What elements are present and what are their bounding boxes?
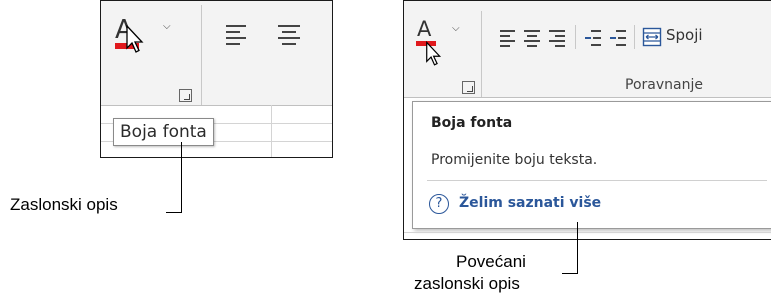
supertip-description: Promijenite boju teksta. — [431, 152, 598, 168]
tooltip: Boja fonta — [113, 118, 214, 146]
enhanced-tooltip: Boja fonta Promijenite boju teksta. ? Že… — [412, 101, 771, 229]
dialog-launcher-icon[interactable] — [179, 89, 192, 102]
align-center-icon[interactable] — [278, 25, 300, 45]
tooltip-text: Boja fonta — [120, 122, 207, 142]
dialog-launcher-icon[interactable] — [462, 81, 475, 94]
merge-label: Spoji — [666, 26, 703, 44]
merge-center-icon — [642, 27, 662, 47]
align-center-icon[interactable] — [524, 30, 540, 47]
grid-line — [404, 97, 771, 98]
align-left-icon[interactable] — [500, 30, 516, 47]
increase-indent-icon[interactable] — [610, 30, 626, 46]
caption-screen-tip: Zaslonski opis — [10, 195, 118, 214]
group-label: Poravnanje — [625, 77, 703, 93]
grid-line — [101, 105, 332, 106]
align-right-icon[interactable] — [549, 30, 565, 47]
right-ribbon-screenshot: A ⌵ Spoji Poravnanje Boja fonta Promijen… — [403, 0, 771, 240]
left-ribbon-screenshot: A ⌵ Boja fonta — [100, 0, 333, 158]
mouse-pointer-icon — [126, 25, 144, 53]
grid-line — [404, 232, 771, 233]
help-circle-icon: ? — [429, 194, 449, 214]
caption-enhanced-screen-tip-line2: zaslonski opis — [414, 274, 520, 293]
chevron-down-icon[interactable]: ⌵ — [163, 21, 171, 32]
caption-enhanced-screen-tip-line1: Povećani — [456, 252, 526, 271]
grid-line — [271, 105, 272, 157]
align-left-icon[interactable] — [226, 25, 248, 45]
supertip-title: Boja fonta — [431, 115, 513, 131]
callout-line — [562, 273, 578, 274]
ribbon-separator — [575, 25, 576, 49]
help-link[interactable]: ? Želim saznati više — [429, 194, 629, 216]
callout-line — [181, 142, 182, 212]
supertip-divider — [427, 180, 767, 181]
font-color-icon: A — [417, 17, 432, 41]
chevron-down-icon[interactable]: ⌵ — [452, 23, 460, 34]
help-link-text: Želim saznati više — [459, 195, 602, 211]
ribbon-separator — [634, 25, 635, 49]
ribbon-separator — [481, 11, 482, 97]
ribbon-separator — [201, 5, 202, 105]
merge-button[interactable]: Spoji — [642, 25, 771, 49]
callout-line — [166, 212, 182, 213]
decrease-indent-icon[interactable] — [585, 30, 601, 46]
mouse-pointer-icon — [426, 41, 442, 66]
callout-line — [577, 222, 578, 274]
